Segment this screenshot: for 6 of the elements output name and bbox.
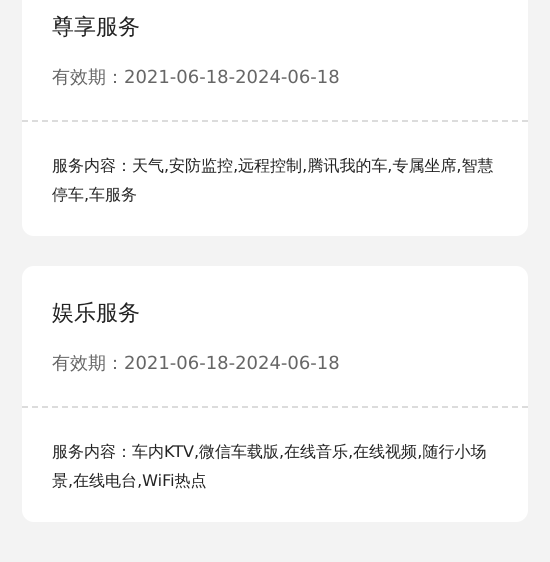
card-title: 尊享服务 [52, 14, 141, 42]
service-content: 服务内容：车内KTV,微信车载版,在线音乐,在线视频,随行小场景,在线电台,WiFi热点 [52, 441, 488, 492]
service-content: 服务内容：天气,安防监控,远程控制,腾讯我的车,专属坐席,智慧停车,车服务 [52, 155, 494, 206]
validity-text: 有效期：2021-06-18-2024-06-18 [52, 352, 341, 376]
card-title: 娱乐服务 [52, 300, 141, 328]
validity-text: 有效期：2021-06-18-2024-06-18 [52, 66, 341, 90]
